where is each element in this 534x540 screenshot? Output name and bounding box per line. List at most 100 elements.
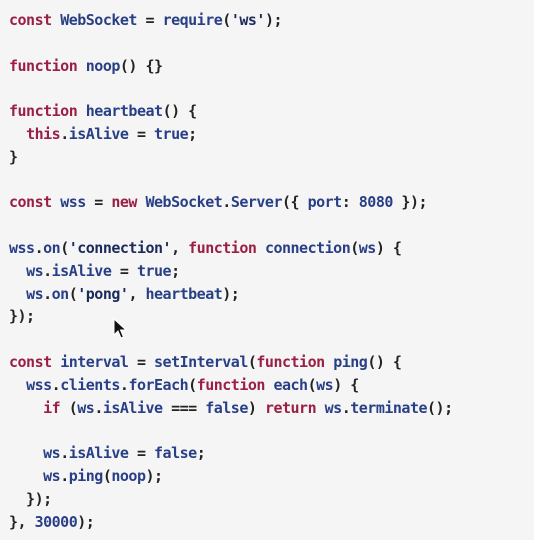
identifier-token: ws [358, 238, 377, 257]
punctuation-token: ); [145, 466, 164, 485]
identifier-token: wss [60, 193, 86, 212]
identifier-token: ws [43, 466, 61, 485]
punctuation-token: ); [264, 11, 283, 29]
code-line[interactable] [9, 328, 453, 351]
punctuation-token [9, 262, 26, 280]
identifier-token: port [307, 193, 343, 212]
code-line[interactable]: ws.isAlive = false; [9, 442, 453, 465]
string-token: 'connection' [68, 238, 172, 257]
mouse-cursor-icon [113, 318, 127, 339]
punctuation-token: = [85, 193, 112, 212]
punctuation-token: . [43, 284, 52, 303]
punctuation-token [9, 376, 26, 394]
identifier-token: ws [26, 284, 44, 303]
punctuation-token [9, 125, 26, 143]
punctuation-token [9, 467, 43, 485]
identifier-token: require [162, 11, 223, 29]
punctuation-token: = [128, 444, 155, 463]
code-line[interactable]: ws.ping(noop); [9, 465, 453, 488]
code-line[interactable]: this.isAlive = true; [9, 123, 453, 146]
identifier-token: ws [43, 444, 61, 463]
identifier-token: heartbeat [85, 102, 163, 121]
punctuation-token: = [136, 11, 163, 29]
punctuation-token: , [171, 238, 189, 257]
code-line[interactable]: }); [9, 488, 453, 511]
punctuation-token: ) { [375, 238, 402, 257]
code-line[interactable] [9, 419, 453, 442]
code-line[interactable]: const interval = setInterval(function pi… [9, 351, 453, 374]
keyword-token: new [111, 193, 146, 212]
punctuation-token: : [341, 193, 359, 212]
punctuation-token: ( [350, 238, 359, 257]
keyword-token: function [256, 352, 334, 371]
punctuation-token: ( [307, 375, 317, 394]
keyword-token: if [43, 398, 69, 417]
punctuation-token: }); [392, 193, 428, 212]
punctuation-token: = [111, 261, 137, 280]
code-line[interactable]: ws.on('pong', heartbeat); [9, 283, 453, 306]
punctuation-token: ; [171, 261, 180, 280]
code-line[interactable]: }, 30000); [9, 511, 453, 534]
literal-token: true [136, 261, 172, 280]
literal-token: 30000 [34, 512, 78, 531]
code-line[interactable] [9, 32, 453, 55]
literal-token: false [154, 444, 197, 463]
punctuation-token: , [128, 284, 146, 303]
punctuation-token [9, 444, 43, 462]
code-line[interactable]: wss.on('connection', function connection… [9, 237, 453, 260]
literal-token: true [154, 124, 189, 143]
punctuation-token: . [34, 238, 44, 257]
punctuation-token: . [43, 261, 52, 280]
code-line[interactable]: if (ws.isAlive === false) return ws.term… [9, 397, 453, 420]
keyword-token: function [9, 102, 86, 121]
code-line[interactable] [9, 169, 453, 192]
literal-token: 8080 [358, 193, 394, 212]
punctuation-token: }, [9, 512, 35, 531]
code-line[interactable]: } [9, 146, 453, 169]
punctuation-token: . [60, 466, 69, 485]
identifier-token: noop [111, 466, 146, 485]
punctuation-token: ( [68, 398, 78, 417]
identifier-token: isAlive [68, 124, 129, 143]
code-line[interactable]: function heartbeat() { [9, 100, 453, 123]
punctuation-token [9, 285, 26, 303]
punctuation-token [9, 399, 43, 417]
code-line[interactable] [9, 214, 453, 237]
keyword-token: const [9, 11, 61, 29]
identifier-token: isAlive [68, 444, 129, 463]
code-line[interactable]: function noop() {} [9, 55, 453, 78]
keyword-token: return [264, 398, 325, 417]
punctuation-token: = [128, 124, 155, 143]
identifier-token: connection [264, 238, 351, 257]
identifier-token: wss [26, 375, 52, 394]
keyword-token: const [9, 352, 61, 371]
punctuation-token: ; [196, 444, 206, 463]
keyword-token: const [9, 193, 61, 212]
identifier-token: ping [333, 352, 368, 371]
code-line[interactable] [9, 77, 453, 100]
punctuation-token: ( [188, 375, 197, 394]
code-line[interactable]: ws.isAlive = true; [9, 260, 453, 283]
punctuation-token: . [341, 398, 351, 417]
identifier-token: Server [230, 193, 283, 212]
code-line[interactable]: const WebSocket = require('ws'); [9, 9, 453, 32]
code-block[interactable]: const WebSocket = require('ws'); functio… [9, 9, 453, 533]
code-line[interactable]: const wss = new WebSocket.Server({ port:… [9, 191, 453, 214]
string-token: 'pong' [77, 284, 129, 303]
punctuation-token: ({ [282, 193, 308, 212]
punctuation-token: . [94, 398, 103, 417]
punctuation-token: ( [68, 284, 78, 303]
identifier-token: each [273, 375, 308, 394]
punctuation-token: ( [222, 11, 231, 29]
code-line[interactable]: wss.clients.forEach(function each(ws) { [9, 374, 453, 397]
code-line[interactable]: }); [9, 305, 453, 328]
punctuation-token: (); [427, 398, 453, 417]
identifier-token: ping [68, 466, 104, 485]
punctuation-token: . [51, 375, 61, 394]
string-token: 'ws' [230, 11, 266, 29]
code-editor[interactable]: const WebSocket = require('ws'); functio… [0, 0, 534, 540]
identifier-token: ws [316, 375, 334, 394]
punctuation-token: () { [367, 352, 402, 371]
identifier-token: ws [77, 398, 95, 417]
punctuation-token: . [60, 444, 69, 463]
